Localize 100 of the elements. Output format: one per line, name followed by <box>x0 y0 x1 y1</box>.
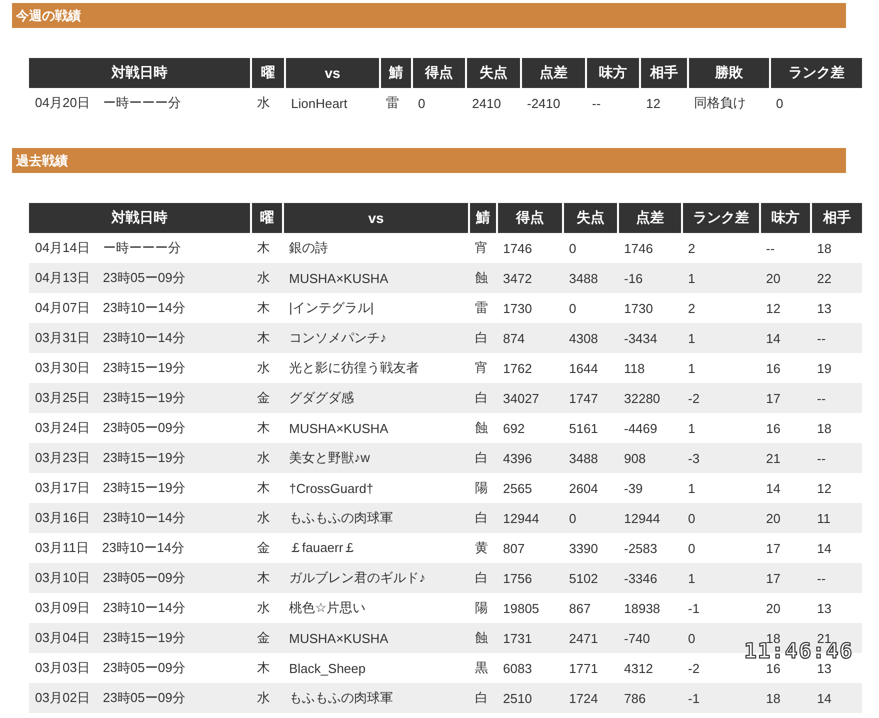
table-cell: 1746 <box>497 233 563 263</box>
table-cell: 04月20日 ー時ーーー分 <box>29 88 251 118</box>
column-header: vs <box>285 58 380 88</box>
table-cell: 1 <box>682 323 760 353</box>
table-cell: 4396 <box>497 443 563 473</box>
table-cell: 1731 <box>497 623 563 653</box>
table-cell: 0 <box>770 88 862 118</box>
table-cell: 金 <box>251 383 283 413</box>
table-cell: 銀の詩 <box>283 233 469 263</box>
column-header: 対戦日時 <box>29 58 251 88</box>
table-cell: 3488 <box>563 263 618 293</box>
table-cell: -- <box>586 88 640 118</box>
table-cell: 118 <box>618 353 682 383</box>
table-cell: 12 <box>640 88 688 118</box>
column-header: 味方 <box>760 203 811 233</box>
table-cell: 17 <box>760 383 811 413</box>
table-cell: 雷 <box>469 293 497 323</box>
table-cell: 水 <box>251 593 283 623</box>
table-cell: 20 <box>760 503 811 533</box>
table-cell: 17 <box>760 563 811 593</box>
table-cell: 1 <box>682 563 760 593</box>
table-cell: 2 <box>682 293 760 323</box>
table-cell: ガルブレン君のギルド♪ <box>283 563 469 593</box>
table-cell: 木 <box>251 323 283 353</box>
table-cell: もふもふの肉球軍 <box>283 683 469 713</box>
table-cell: 03月24日 23時05ー09分 <box>29 413 251 443</box>
table-cell: LionHeart <box>285 88 380 118</box>
table-cell: 692 <box>497 413 563 443</box>
table-cell: 12 <box>811 473 862 503</box>
table-cell: 宵 <box>469 233 497 263</box>
column-header: 失点 <box>466 58 521 88</box>
table-cell: -2 <box>682 383 760 413</box>
table-cell: 1730 <box>497 293 563 323</box>
table-cell: -16 <box>618 263 682 293</box>
table-cell: 水 <box>251 263 283 293</box>
table-cell: 4312 <box>618 653 682 683</box>
table-cell: 20 <box>760 593 811 623</box>
table-cell: MUSHA×KUSHA <box>283 263 469 293</box>
table-cell: 21 <box>760 443 811 473</box>
table-cell: 2510 <box>497 683 563 713</box>
column-header: 曜 <box>251 58 285 88</box>
column-header: ランク差 <box>682 203 760 233</box>
table-cell: 17 <box>760 533 811 563</box>
table-cell: 13 <box>811 593 862 623</box>
table-cell: 木 <box>251 293 283 323</box>
table-cell: -3 <box>682 443 760 473</box>
table-cell: 874 <box>497 323 563 353</box>
table-cell: 2604 <box>563 473 618 503</box>
table-cell: 0 <box>563 293 618 323</box>
table-cell: 宵 <box>469 353 497 383</box>
table-cell: 04月13日 23時05ー09分 <box>29 263 251 293</box>
column-header: 鯖 <box>469 203 497 233</box>
table-cell: 光と影に彷徨う戦友者 <box>283 353 469 383</box>
table-cell: |インテグラル| <box>283 293 469 323</box>
table-cell: 1756 <box>497 563 563 593</box>
table-cell: -4469 <box>618 413 682 443</box>
table-cell: 03月11日 23時10ー14分 <box>29 533 251 563</box>
table-cell: 1724 <box>563 683 618 713</box>
table-cell: Black_Sheep <box>283 653 469 683</box>
table-cell: 白 <box>469 323 497 353</box>
table-cell: 水 <box>251 353 283 383</box>
table-cell: 1 <box>682 473 760 503</box>
table-cell: 18 <box>811 233 862 263</box>
table-cell: -- <box>811 563 862 593</box>
table-cell: 2410 <box>466 88 521 118</box>
table-cell: 1762 <box>497 353 563 383</box>
table-cell: 18938 <box>618 593 682 623</box>
table-cell: 2 <box>682 233 760 263</box>
table-cell: 木 <box>251 233 283 263</box>
table-cell: 蝕 <box>469 263 497 293</box>
table-cell: MUSHA×KUSHA <box>283 623 469 653</box>
table-cell: 木 <box>251 653 283 683</box>
table-cell: †CrossGuard† <box>283 473 469 503</box>
table-cell: 03月17日 23時15ー19分 <box>29 473 251 503</box>
table-cell: 867 <box>563 593 618 623</box>
table-cell: 3390 <box>563 533 618 563</box>
table-cell: 03月10日 23時05ー09分 <box>29 563 251 593</box>
table-cell: ￡fauaerr￡ <box>283 533 469 563</box>
table-cell: -2410 <box>521 88 586 118</box>
table-cell: 12 <box>760 293 811 323</box>
table-cell: 03月23日 23時15ー19分 <box>29 443 251 473</box>
table-cell: 5102 <box>563 563 618 593</box>
table-cell: 34027 <box>497 383 563 413</box>
column-header: 相手 <box>640 58 688 88</box>
table-cell: 14 <box>811 683 862 713</box>
table-cell: -- <box>811 443 862 473</box>
table-cell: 黄 <box>469 533 497 563</box>
column-header: 点差 <box>618 203 682 233</box>
table-cell: 0 <box>682 533 760 563</box>
table-cell: 03月31日 23時10ー14分 <box>29 323 251 353</box>
table-cell: -3434 <box>618 323 682 353</box>
table-cell: 1747 <box>563 383 618 413</box>
table-cell: 18 <box>760 683 811 713</box>
table-cell: 908 <box>618 443 682 473</box>
table-cell: 0 <box>563 503 618 533</box>
table-cell: 雷 <box>380 88 412 118</box>
table-cell: 13 <box>811 293 862 323</box>
table-cell: 1771 <box>563 653 618 683</box>
column-header: 相手 <box>811 203 862 233</box>
table-cell: 2471 <box>563 623 618 653</box>
